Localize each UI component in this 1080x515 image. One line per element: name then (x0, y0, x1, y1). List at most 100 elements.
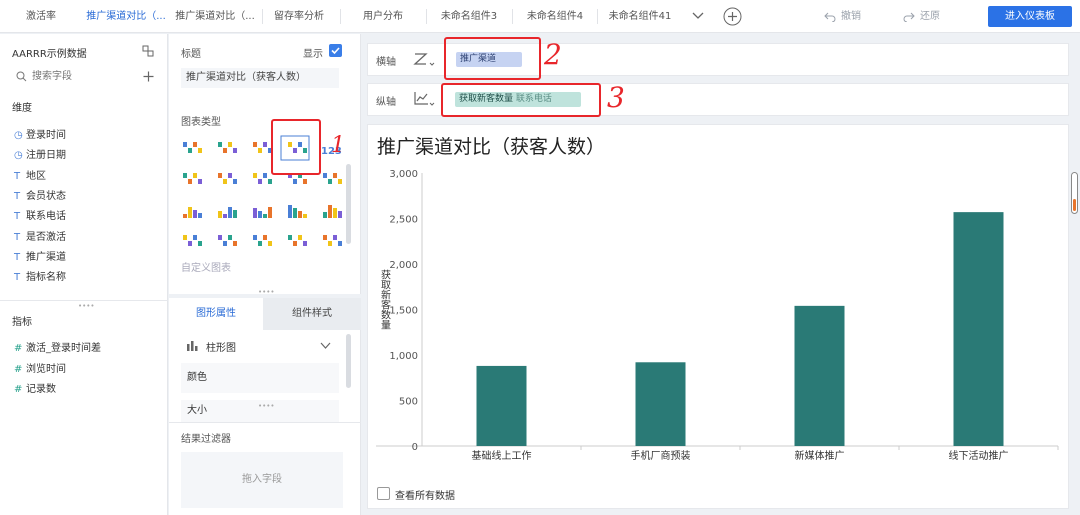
tab-0[interactable]: 激活率 (18, 0, 64, 33)
view-all-checkbox[interactable] (377, 487, 390, 500)
title-label: 标题 (181, 49, 201, 60)
redo-button[interactable]: 还原 (920, 0, 940, 33)
dataset-switch-icon[interactable] (142, 45, 154, 57)
page-scrollbar[interactable] (1071, 172, 1078, 214)
chart-type-option-icon[interactable] (288, 205, 307, 218)
chart-type-option-icon[interactable] (183, 235, 202, 246)
metric-label: 浏览时间 (26, 363, 66, 375)
tab-3[interactable]: 留存率分析 (268, 0, 330, 33)
chevron-down-icon[interactable] (692, 11, 704, 21)
bar (953, 212, 1004, 446)
shape-select[interactable]: 柱形图 (206, 339, 236, 354)
chart-type-option-icon[interactable] (253, 235, 272, 246)
dataset-name: AARRR示例数据 (12, 49, 87, 60)
show-title-label: 显示 (303, 49, 323, 60)
text-type-icon: T (14, 190, 21, 202)
tab-2[interactable]: 推广渠道对比（... (170, 0, 260, 33)
tab-shape-attributes[interactable]: 图形属性 (169, 298, 263, 330)
chart-type-option-icon[interactable] (218, 235, 237, 246)
chart-type-option-icon[interactable] (288, 235, 307, 246)
chart-title: 推广渠道对比（获客人数） (377, 136, 606, 158)
show-title-checkbox[interactable] (329, 44, 342, 57)
dimension-field[interactable]: T 会员状态 (14, 187, 66, 202)
resize-handle-mid[interactable]: •••• (258, 288, 275, 296)
top-tab-bar: 激活率 推广渠道对比（... 推广渠道对比（... 留存率分析 用户分布 未命名… (0, 0, 1080, 33)
chart-type-option-icon[interactable] (183, 142, 202, 153)
add-field-icon[interactable] (143, 71, 154, 82)
x-axis-label: 横轴 (376, 57, 396, 68)
metric-field[interactable]: # 激活_登录时间差 (14, 339, 101, 354)
tab-component-style[interactable]: 组件样式 (263, 298, 361, 330)
chart-type-grid: 123 (183, 135, 342, 246)
dimension-field[interactable]: T 联系电话 (14, 207, 66, 222)
x-tick-label: 线下活动推广 (949, 449, 1009, 462)
dimension-label: 注册日期 (26, 150, 66, 162)
y-tick-label: 2,500 (389, 215, 418, 226)
tab-5[interactable]: 未命名组件3 (430, 0, 508, 33)
y-tick-label: 500 (399, 397, 418, 408)
search-input[interactable] (32, 68, 132, 85)
add-tab-icon[interactable] (723, 7, 742, 26)
redo-icon[interactable] (903, 11, 915, 22)
chart-type-option-icon[interactable] (218, 173, 237, 184)
dimension-label: 登录时间 (26, 130, 66, 141)
title-input[interactable]: 推广渠道对比（获客人数） (181, 68, 339, 88)
chart-type-option-icon[interactable] (253, 173, 272, 184)
annotation-number-3: 3 (607, 81, 625, 114)
y-axis-row: 纵轴 获取新客数量 联系电话 3 (367, 81, 1069, 117)
chart-type-option-icon[interactable] (183, 207, 202, 218)
dimension-field[interactable]: T 推广渠道 (14, 248, 66, 263)
custom-chart-link[interactable]: 自定义图表 (181, 259, 231, 274)
text-type-icon: T (14, 231, 21, 243)
tab-1[interactable]: 推广渠道对比（... (82, 0, 170, 33)
dimension-field[interactable]: T 地区 (14, 167, 46, 182)
dimension-field[interactable]: ◷ 登录时间 (14, 126, 66, 141)
bar (794, 305, 845, 446)
metric-heading: 指标 (12, 317, 32, 328)
chevron-down-icon[interactable] (320, 342, 331, 350)
tab-7[interactable]: 未命名组件41 (600, 0, 680, 33)
chart-type-option-icon[interactable] (323, 173, 342, 184)
enter-dashboard-button[interactable]: 进入仪表板 (988, 6, 1072, 27)
data-field-panel: AARRR示例数据 维度 ◷登录时间◷注册日期T地区T会员状态T联系电话T是否激… (0, 34, 168, 515)
dimension-field[interactable]: ◷ 注册日期 (14, 146, 66, 161)
resize-handle[interactable]: •••• (78, 302, 95, 310)
y-tick-label: 1,000 (389, 351, 418, 362)
undo-icon[interactable] (824, 11, 836, 22)
filter-drop-zone[interactable]: 拖入字段 (181, 452, 343, 508)
undo-button[interactable]: 撤销 (841, 0, 861, 33)
metric-label: 激活_登录时间差 (26, 343, 101, 354)
x-axis-settings-icon[interactable] (413, 51, 435, 69)
color-property[interactable]: 颜色 (181, 363, 339, 393)
chart-type-option-icon[interactable] (253, 142, 272, 153)
chart-type-scrollbar[interactable] (346, 164, 351, 244)
y-axis-title: 获取新客数量 (379, 269, 391, 329)
x-axis-row: 横轴 推广渠道 2 (367, 37, 1069, 80)
annotation-box-3 (441, 83, 601, 117)
metric-field[interactable]: # 记录数 (14, 380, 56, 395)
chart-type-option-icon[interactable] (323, 205, 342, 218)
tab-6[interactable]: 未命名组件4 (516, 0, 594, 33)
dimension-label: 联系电话 (26, 211, 66, 223)
annotation-number-1: 1 (331, 133, 345, 158)
chart-type-option-icon[interactable] (183, 173, 202, 184)
y-axis-settings-icon[interactable] (413, 91, 435, 109)
chart-type-option-icon[interactable] (218, 207, 237, 218)
chart-type-option-icon[interactable] (253, 207, 272, 218)
annotation-number-2: 2 (544, 38, 562, 71)
metric-label: 记录数 (26, 384, 56, 395)
clock-icon: ◷ (14, 130, 23, 141)
dimension-field[interactable]: T 是否激活 (14, 228, 66, 243)
property-scrollbar[interactable] (346, 334, 351, 388)
chart-property-panel: 标题 显示 推广渠道对比（获客人数） 图表类型 123 自定义图表 •••• 图… (169, 34, 361, 515)
chart-type-option-icon[interactable] (218, 142, 237, 153)
y-tick-label: 0 (412, 442, 418, 453)
resize-handle-filter[interactable]: •••• (258, 402, 275, 410)
metric-field[interactable]: # 浏览时间 (14, 360, 66, 375)
dimension-label: 是否激活 (26, 231, 66, 243)
text-type-icon: T (14, 251, 21, 263)
chart-type-option-icon[interactable] (323, 235, 342, 246)
tab-4[interactable]: 用户分布 (350, 0, 416, 33)
dimension-field[interactable]: T 指标名称 (14, 268, 66, 283)
annotation-box-1 (271, 119, 321, 175)
